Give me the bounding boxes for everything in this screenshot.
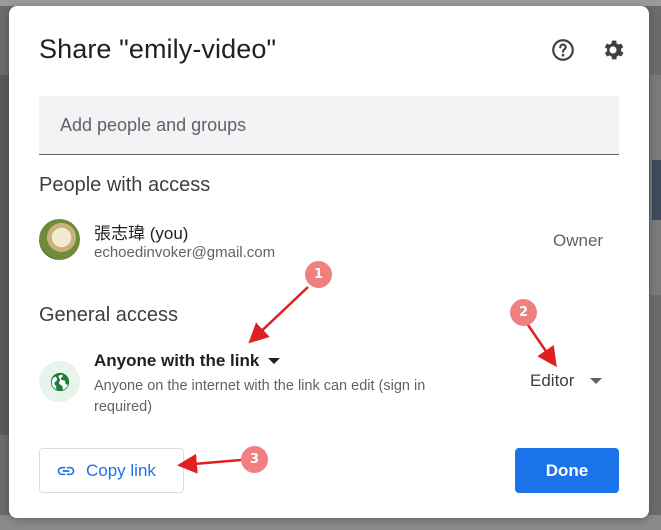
share-dialog: Share "emily-video" People with access 張… (9, 6, 649, 518)
copy-link-label: Copy link (86, 460, 156, 480)
annotation-badge-1: 1 (305, 261, 332, 288)
done-button[interactable]: Done (515, 448, 619, 493)
help-circle-icon[interactable] (550, 37, 576, 63)
add-people-field[interactable] (39, 96, 619, 155)
role-label: Editor (530, 371, 575, 390)
person-email: echoedinvoker@gmail.com (94, 244, 276, 261)
backdrop-right-thumb (652, 160, 661, 220)
globe-icon (50, 372, 69, 391)
general-access-description: Anyone on the internet with the link can… (94, 378, 426, 415)
people-with-access-heading: People with access (39, 174, 211, 196)
annotation-badge-2: 2 (510, 299, 537, 326)
chevron-down-icon (590, 378, 603, 384)
gear-icon[interactable] (600, 37, 626, 63)
avatar (39, 219, 80, 260)
globe-icon-badge (39, 361, 80, 402)
link-icon (57, 466, 75, 475)
role-dropdown[interactable]: Editor (530, 369, 603, 393)
add-people-input[interactable] (39, 96, 619, 154)
chevron-down-icon (268, 358, 281, 364)
annotation-badge-3: 3 (241, 446, 268, 473)
general-access-heading: General access (39, 304, 178, 326)
general-access-dropdown[interactable]: Anyone with the link (94, 349, 281, 373)
person-name: 張志瑋 (you) (94, 224, 189, 243)
copy-link-button[interactable]: Copy link (39, 448, 184, 493)
owner-role-label: Owner (553, 231, 604, 250)
dialog-title: Share "emily-video" (39, 34, 277, 64)
general-access-label: Anyone with the link (94, 351, 260, 370)
